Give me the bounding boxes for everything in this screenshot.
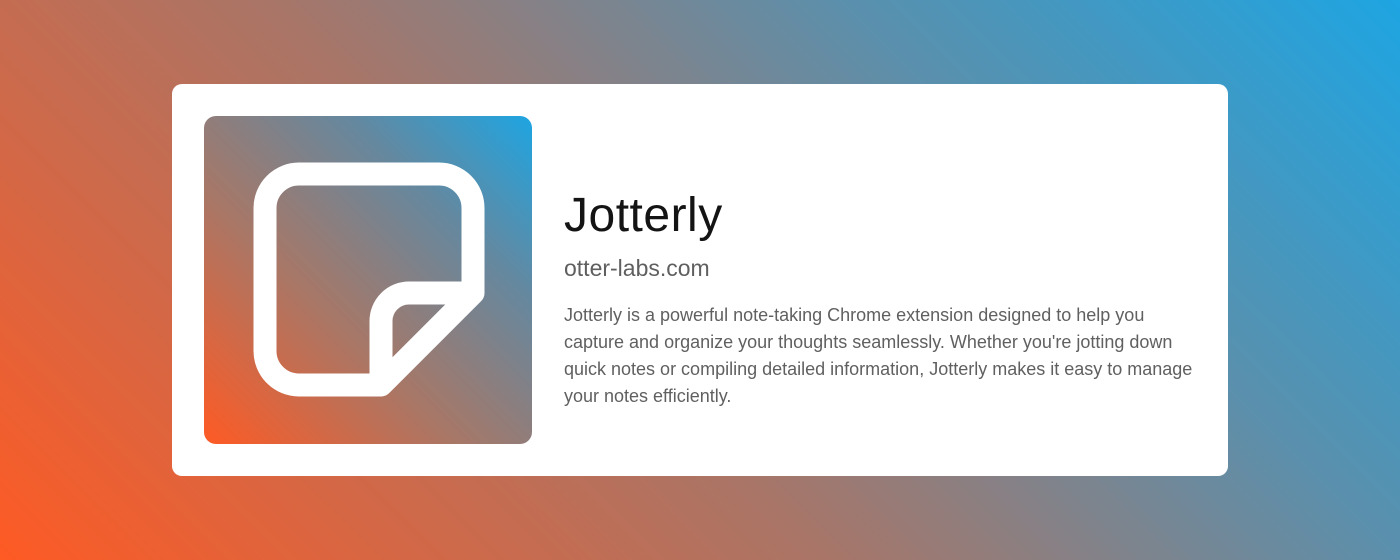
sticky-note-icon	[253, 162, 485, 397]
extension-description: Jotterly is a powerful note-taking Chrom…	[564, 305, 1193, 406]
extension-icon-tile	[204, 116, 532, 444]
extension-info: Jotterly otter-labs.com Jotterly is a po…	[564, 188, 1200, 410]
extension-title: Jotterly	[564, 189, 723, 242]
extension-card: Jotterly otter-labs.com Jotterly is a po…	[172, 84, 1228, 476]
promo-banner: Jotterly otter-labs.com Jotterly is a po…	[0, 0, 1400, 560]
extension-domain: otter-labs.com	[564, 255, 710, 281]
